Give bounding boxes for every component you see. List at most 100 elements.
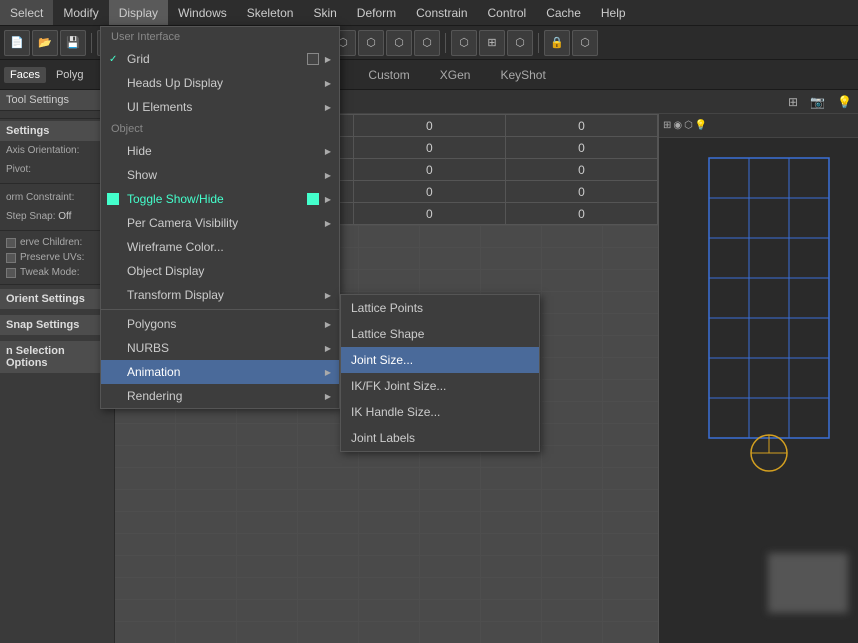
axis-orientation-label: Axis Orientation:: [6, 145, 108, 156]
tool-btn-11[interactable]: ⬡: [386, 30, 412, 56]
toggle-show-hide-box2: [307, 193, 319, 205]
tool-btn-10[interactable]: ⬡: [358, 30, 384, 56]
menu-item-object-display[interactable]: Object Display: [101, 259, 339, 283]
menu-item-rendering[interactable]: Rendering: [101, 384, 339, 408]
wireframe-svg: [679, 148, 858, 488]
menu-deform[interactable]: Deform: [347, 0, 406, 25]
tab-polyg[interactable]: Polyg: [50, 67, 90, 83]
object-display-label: Object Display: [127, 264, 204, 278]
menu-help[interactable]: Help: [591, 0, 636, 25]
submenu-ik-handle-size[interactable]: IK Handle Size...: [341, 399, 539, 425]
tab-faces[interactable]: Faces: [4, 67, 46, 83]
orient-settings-header: Orient Settings: [0, 289, 114, 309]
cell-0-2: 0: [505, 115, 657, 137]
section-object: Object: [101, 119, 339, 139]
tool-settings-header: Tool Settings: [0, 90, 114, 111]
menu-item-toggle-show-hide[interactable]: Toggle Show/Hide: [101, 187, 339, 211]
vp-icon-2[interactable]: 📷: [810, 95, 825, 109]
tab-custom[interactable]: Custom: [356, 66, 421, 84]
cell-1-1: 0: [353, 137, 505, 159]
new-file-btn[interactable]: 📄: [4, 30, 30, 56]
cell-1-2: 0: [505, 137, 657, 159]
check-icon-grid: ✓: [109, 54, 117, 65]
menu-constrain[interactable]: Constrain: [406, 0, 477, 25]
tool-btn-17[interactable]: ⬡: [572, 30, 598, 56]
menu-item-wireframe-color[interactable]: Wireframe Color...: [101, 235, 339, 259]
vp-icon-1[interactable]: ⊞: [788, 95, 798, 109]
orm-constraint-label: orm Constraint:: [0, 188, 114, 207]
hide-label: Hide: [127, 144, 152, 158]
menu-item-per-camera[interactable]: Per Camera Visibility: [101, 211, 339, 235]
tool-btn-16[interactable]: 🔒: [544, 30, 570, 56]
animation-submenu: Lattice Points Lattice Shape Joint Size.…: [340, 294, 540, 452]
tool-btn-13[interactable]: ⬡: [451, 30, 477, 56]
axis-orientation-row: Axis Orientation:: [0, 141, 114, 160]
3d-viewport: ⊞ ◉ ⬡ 💡: [658, 114, 858, 643]
menu-control[interactable]: Control: [478, 0, 537, 25]
tool-btn-12[interactable]: ⬡: [414, 30, 440, 56]
nurbs-label: NURBS: [127, 341, 169, 355]
submenu-lattice-points[interactable]: Lattice Points: [341, 295, 539, 321]
3d-icon-2[interactable]: ◉: [673, 120, 682, 131]
toggle-show-hide-label: Toggle Show/Hide: [127, 192, 224, 206]
dropdown-container: User Interface ✓ Grid Heads Up Display U…: [100, 26, 340, 409]
joint-size-label: Joint Size...: [351, 353, 413, 367]
menu-cache[interactable]: Cache: [536, 0, 591, 25]
3d-icon-1[interactable]: ⊞: [663, 120, 671, 131]
menu-item-ui-elements[interactable]: UI Elements: [101, 95, 339, 119]
section-user-interface: User Interface: [101, 27, 339, 47]
tweak-mode-checkbox[interactable]: [6, 268, 16, 278]
cell-3-1: 0: [353, 181, 505, 203]
menu-select[interactable]: Select: [0, 0, 53, 25]
3d-icon-3[interactable]: ⬡: [684, 120, 693, 131]
pivot-label: Pivot:: [6, 164, 108, 175]
preserve-uvs-checkbox[interactable]: [6, 253, 16, 263]
settings-section: Settings: [0, 121, 114, 141]
hud-label: Heads Up Display: [127, 76, 223, 90]
submenu-lattice-shape[interactable]: Lattice Shape: [341, 321, 539, 347]
ui-elements-label: UI Elements: [127, 100, 192, 114]
menu-display[interactable]: Display: [109, 0, 168, 25]
open-file-btn[interactable]: 📂: [32, 30, 58, 56]
tab-keyshot[interactable]: KeyShot: [488, 66, 557, 84]
lattice-shape-label: Lattice Shape: [351, 327, 424, 341]
menu-item-hide[interactable]: Hide: [101, 139, 339, 163]
save-file-btn[interactable]: 💾: [60, 30, 86, 56]
menu-skeleton[interactable]: Skeleton: [237, 0, 304, 25]
menu-item-polygons[interactable]: Polygons: [101, 312, 339, 336]
menu-item-nurbs[interactable]: NURBS: [101, 336, 339, 360]
cell-2-1: 0: [353, 159, 505, 181]
tool-btn-15[interactable]: ⬡: [507, 30, 533, 56]
serve-children-row: erve Children:: [0, 235, 114, 250]
pivot-row: Pivot:: [0, 160, 114, 179]
cell-4-1: 0: [353, 203, 505, 225]
serve-children-checkbox[interactable]: [6, 238, 16, 248]
left-panel: Tool Settings Settings Axis Orientation:…: [0, 90, 115, 643]
step-snap-value: Off: [58, 211, 71, 222]
submenu-joint-size[interactable]: Joint Size...: [341, 347, 539, 373]
submenu-ikfk-joint-size[interactable]: IK/FK Joint Size...: [341, 373, 539, 399]
cell-3-2: 0: [505, 181, 657, 203]
per-camera-label: Per Camera Visibility: [127, 216, 238, 230]
vp-icon-3[interactable]: 💡: [837, 95, 852, 109]
rendering-label: Rendering: [127, 389, 182, 403]
tool-btn-14[interactable]: ⊞: [479, 30, 505, 56]
menu-modify[interactable]: Modify: [53, 0, 108, 25]
menu-item-grid[interactable]: ✓ Grid: [101, 47, 339, 71]
menu-windows[interactable]: Windows: [168, 0, 237, 25]
display-menu: User Interface ✓ Grid Heads Up Display U…: [100, 26, 340, 409]
blurred-region: [768, 553, 848, 613]
tab-xgen[interactable]: XGen: [428, 66, 483, 84]
toolbar-sep3: [445, 33, 446, 53]
menu-item-transform-display[interactable]: Transform Display: [101, 283, 339, 307]
joint-labels-label: Joint Labels: [351, 431, 415, 445]
ik-handle-size-label: IK Handle Size...: [351, 405, 440, 419]
menu-skin[interactable]: Skin: [303, 0, 346, 25]
menu-item-show[interactable]: Show: [101, 163, 339, 187]
menu-item-hud[interactable]: Heads Up Display: [101, 71, 339, 95]
tweak-mode-row: Tweak Mode:: [0, 265, 114, 280]
toolbar-sep1: [91, 33, 92, 53]
3d-icon-4[interactable]: 💡: [695, 120, 707, 131]
submenu-joint-labels[interactable]: Joint Labels: [341, 425, 539, 451]
menu-item-animation[interactable]: Animation: [101, 360, 339, 384]
